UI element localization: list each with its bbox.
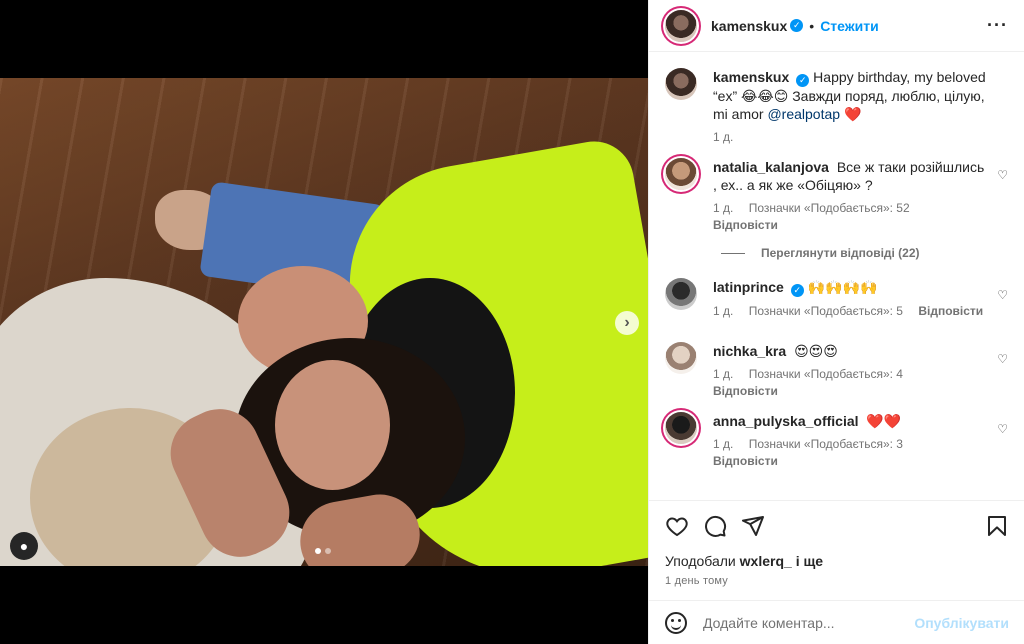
comment-username[interactable]: latinprince (713, 279, 784, 295)
comment-icon[interactable] (703, 514, 727, 538)
emoji-icon[interactable] (665, 611, 687, 634)
liked-by-user[interactable]: wxlerq_ (740, 553, 792, 569)
comment-text: 😍😍😍 (794, 343, 838, 359)
liked-by: Уподобали wxlerq_ і ще (665, 553, 1009, 569)
caption: kamenskux ✓ Happy birthday, my beloved “e… (665, 68, 1008, 146)
comment-username[interactable]: anna_pulyska_official (713, 413, 859, 429)
comment-item: anna_pulyska_official ❤️❤️ 1 д. Позначки… (665, 412, 1008, 470)
commenter-avatar[interactable] (665, 412, 697, 444)
carousel-dot-active (315, 548, 321, 554)
comment-likes[interactable]: Позначки «Подобається»: 52 (749, 201, 910, 215)
author-avatar[interactable] (665, 9, 697, 42)
comment-like-heart-icon[interactable]: ♡ (997, 422, 1008, 436)
caption-time[interactable]: 1 д. (713, 130, 733, 144)
comment-likes[interactable]: Позначки «Подобається»: 5 (749, 304, 903, 318)
add-comment-bar: Опублікувати (649, 600, 1024, 644)
separator-dot: • (809, 17, 815, 34)
post-sidebar: kamenskux ✓ • Стежити ··· kamenskux ✓ Hap… (648, 0, 1024, 644)
verified-badge-icon: ✓ (796, 74, 810, 87)
post-comment-button[interactable]: Опублікувати (914, 615, 1009, 631)
comment-like-heart-icon[interactable]: ♡ (997, 288, 1008, 302)
liked-by-suffix[interactable]: і ще (796, 553, 823, 569)
carousel-dots (315, 548, 331, 554)
comment-item: nichka_kra 😍😍😍 1 д. Позначки «Подобаєтьс… (665, 342, 1008, 400)
comments-list[interactable]: kamenskux ✓ Happy birthday, my beloved “e… (649, 52, 1024, 500)
comment-text: ❤️❤️ (866, 413, 902, 429)
comment-username[interactable]: nichka_kra (713, 343, 786, 359)
tagged-users-button[interactable]: ● (10, 532, 38, 560)
post-header: kamenskux ✓ • Стежити ··· (649, 0, 1024, 52)
comment-item: natalia_kalanjova Все ж таки розійшлись … (665, 158, 1008, 234)
author-avatar[interactable] (665, 68, 697, 100)
comment-time[interactable]: 1 д. (713, 437, 733, 451)
more-horizontal-icon[interactable]: ··· (987, 15, 1008, 36)
comment-likes[interactable]: Позначки «Подобається»: 3 (749, 437, 903, 451)
follow-button[interactable]: Стежити (820, 18, 879, 34)
comment-like-heart-icon[interactable]: ♡ (997, 352, 1008, 366)
chevron-right-icon: › (624, 314, 630, 331)
view-replies-label: Переглянути відповіді (22) (761, 246, 920, 260)
media-panel: › ● (0, 0, 648, 644)
comment-like-heart-icon[interactable]: ♡ (997, 168, 1008, 182)
post-actions: Уподобали wxlerq_ і ще 1 день тому (649, 500, 1024, 587)
liked-by-prefix: Уподобали (665, 553, 736, 569)
commenter-avatar[interactable] (665, 278, 697, 310)
woman-face (275, 360, 390, 490)
instagram-post-modal: › ● kamenskux ✓ • Стежити ··· kamenskux ✓… (0, 0, 1024, 644)
post-photo[interactable] (0, 78, 648, 566)
verified-badge-icon: ✓ (790, 284, 804, 297)
commenter-avatar[interactable] (665, 342, 697, 374)
comment-likes[interactable]: Позначки «Подобається»: 4 (749, 367, 903, 381)
comment-username[interactable]: natalia_kalanjova (713, 159, 829, 175)
carousel-next-button[interactable]: › (615, 311, 639, 335)
reply-button[interactable]: Відповісти (713, 384, 778, 398)
author-username[interactable]: kamenskux (711, 18, 787, 34)
comment-time[interactable]: 1 д. (713, 367, 733, 381)
post-time[interactable]: 1 день тому (665, 575, 1009, 587)
caption-mention[interactable]: @realpotap (767, 106, 840, 122)
comment-item: latinprince ✓ 🙌🙌🙌🙌 1 д. Позначки «Подобає… (665, 278, 1008, 320)
bookmark-icon[interactable] (985, 514, 1009, 538)
caption-emoji: ❤️ (843, 106, 862, 122)
view-replies-button[interactable]: Переглянути відповіді (22) (721, 246, 1008, 260)
caption-username[interactable]: kamenskux (713, 69, 789, 85)
reply-button[interactable]: Відповісти (713, 454, 778, 468)
verified-badge-icon: ✓ (790, 19, 804, 32)
comment-time[interactable]: 1 д. (713, 201, 733, 215)
carousel-dot (325, 548, 331, 554)
share-icon[interactable] (741, 514, 765, 538)
heart-icon[interactable] (665, 514, 689, 538)
reply-button[interactable]: Відповісти (713, 218, 778, 232)
comment-text: 🙌🙌🙌🙌 (807, 279, 878, 295)
commenter-avatar[interactable] (665, 158, 697, 190)
user-icon: ● (19, 538, 29, 554)
comment-input[interactable] (703, 614, 915, 631)
comment-time[interactable]: 1 д. (713, 304, 733, 318)
reply-button[interactable]: Відповісти (918, 304, 983, 318)
